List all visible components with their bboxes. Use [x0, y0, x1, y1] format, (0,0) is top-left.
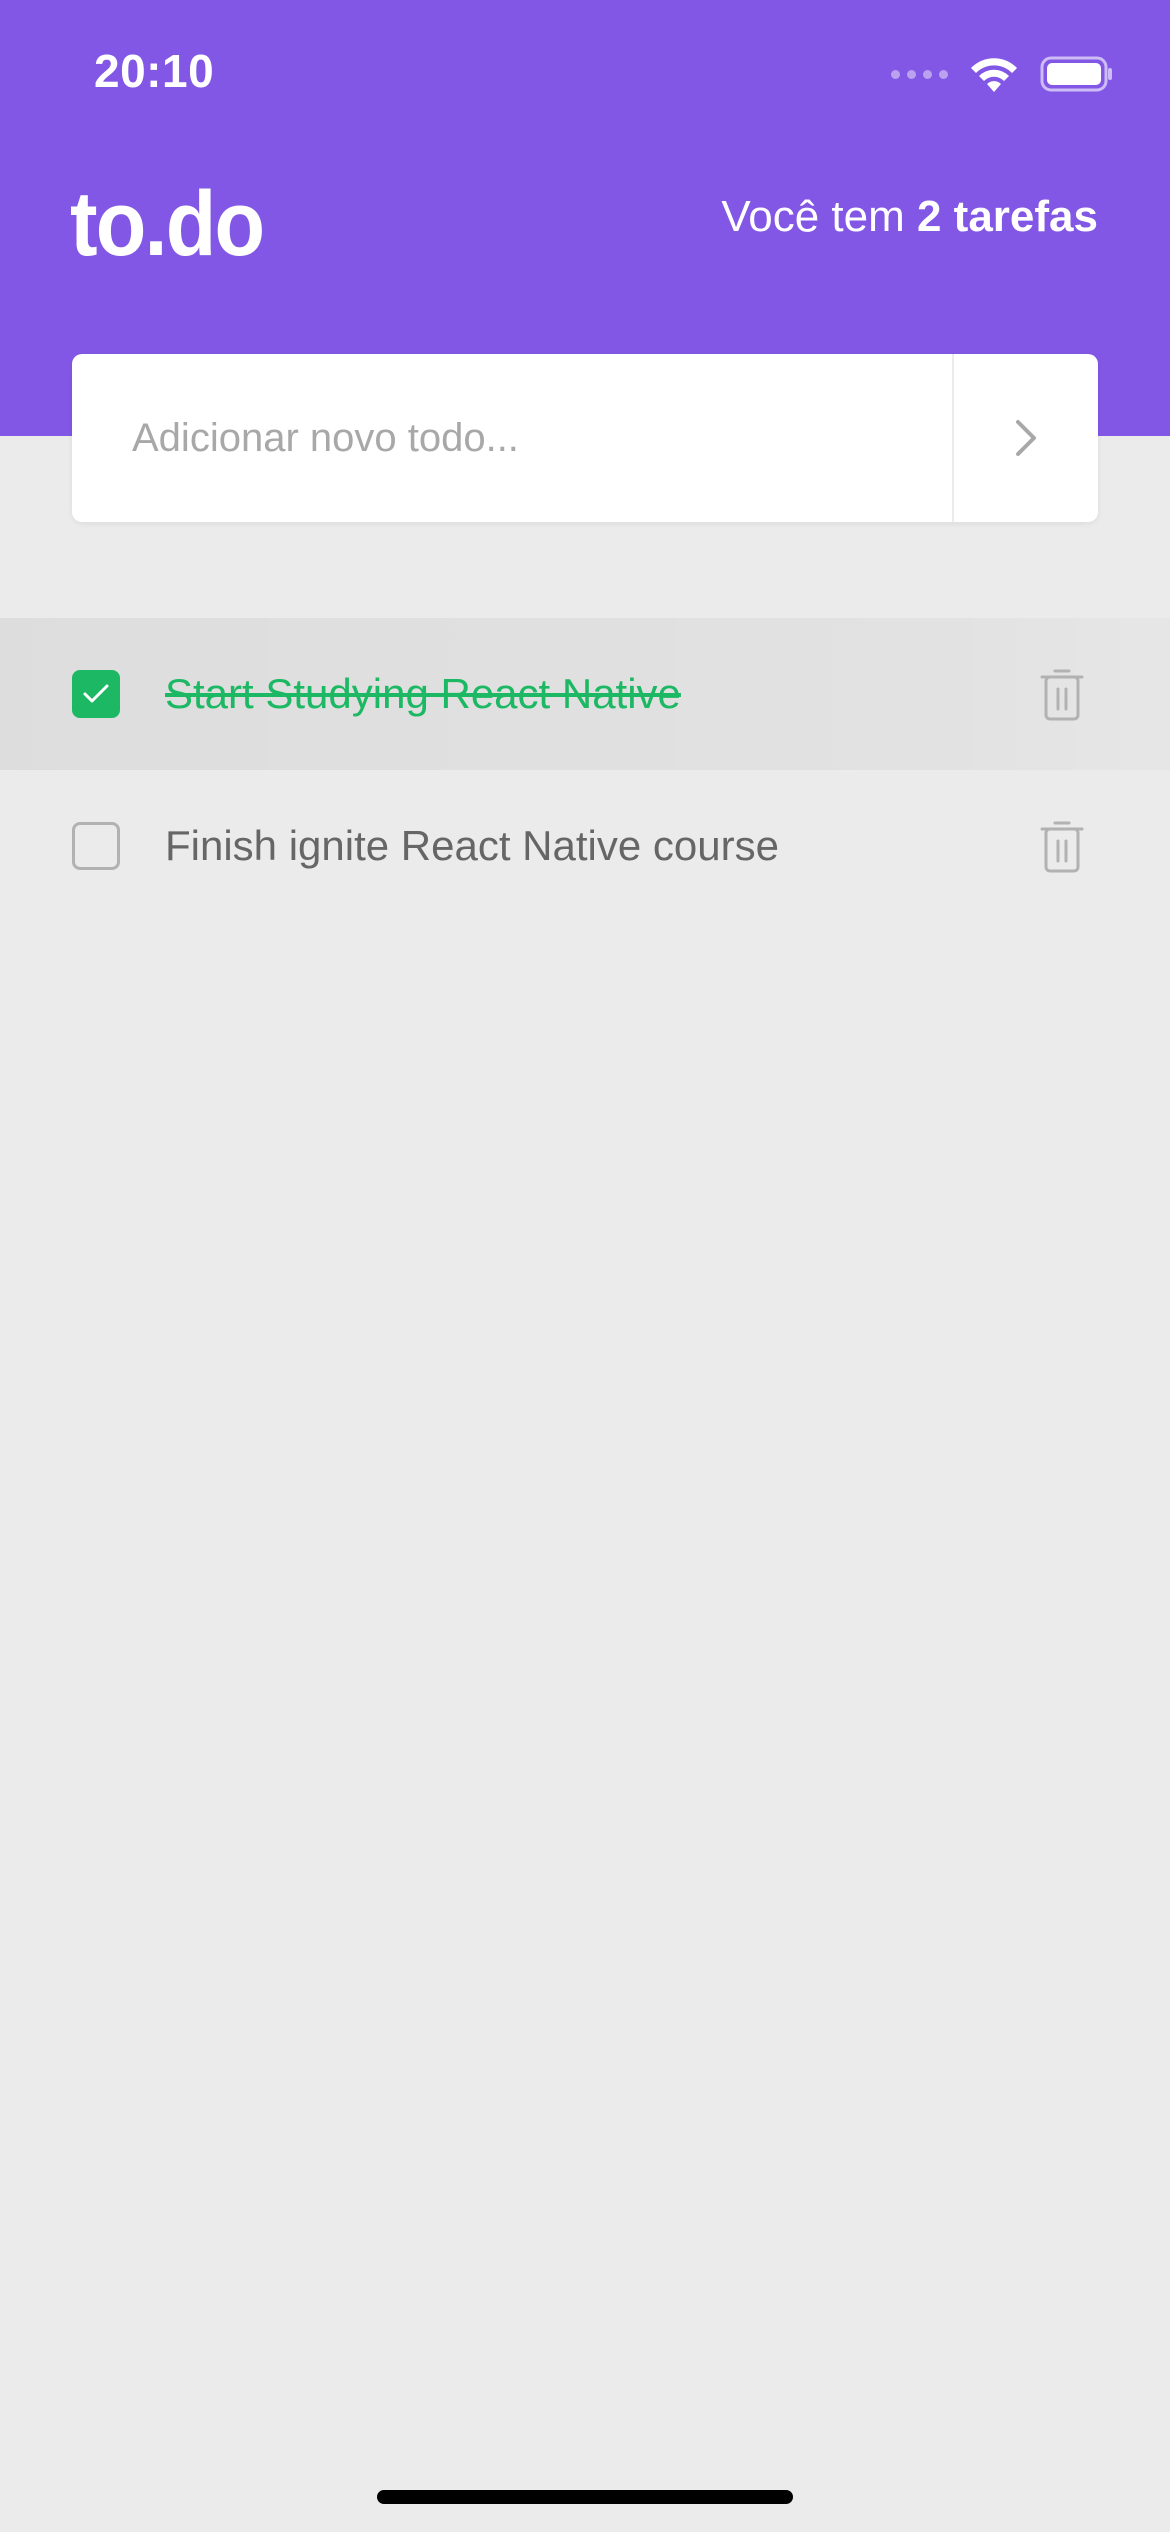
signal-icon [891, 69, 948, 79]
todo-title: Start Studying React Native [165, 670, 681, 717]
todo-checkbox[interactable] [72, 822, 120, 870]
delete-todo-button[interactable] [1036, 664, 1088, 724]
new-todo-form [72, 354, 1098, 522]
wifi-icon [971, 58, 1017, 92]
todo-list: Start Studying React Native Finish ignit… [0, 618, 1170, 922]
todo-item[interactable]: Start Studying React Native [0, 618, 1170, 770]
app-logo: to.do [70, 173, 265, 275]
todo-checkbox[interactable] [72, 670, 120, 718]
app-screen: 20:10 to.do Você tem 2 tarefas Adicionar… [0, 0, 1170, 2532]
trash-icon [1040, 821, 1084, 873]
delete-todo-button[interactable] [1036, 816, 1088, 876]
battery-icon [1040, 56, 1112, 92]
new-todo-input[interactable] [72, 354, 952, 522]
chevron-right-icon [1016, 420, 1036, 456]
tasks-summary: Você tem 2 tarefas [721, 192, 1098, 242]
status-time: 20:10 [94, 45, 215, 97]
home-indicator[interactable] [377, 2490, 793, 2504]
todo-title: Finish ignite React Native course [165, 822, 779, 869]
tasks-count: 2 tarefas [916, 192, 1098, 241]
submit-todo-button[interactable] [952, 354, 1098, 522]
status-icons [891, 52, 1114, 96]
check-icon [83, 684, 109, 703]
trash-icon [1040, 669, 1084, 721]
todo-item[interactable]: Finish ignite React Native course [0, 770, 1170, 922]
tasks-summary-prefix: Você tem [721, 192, 917, 241]
